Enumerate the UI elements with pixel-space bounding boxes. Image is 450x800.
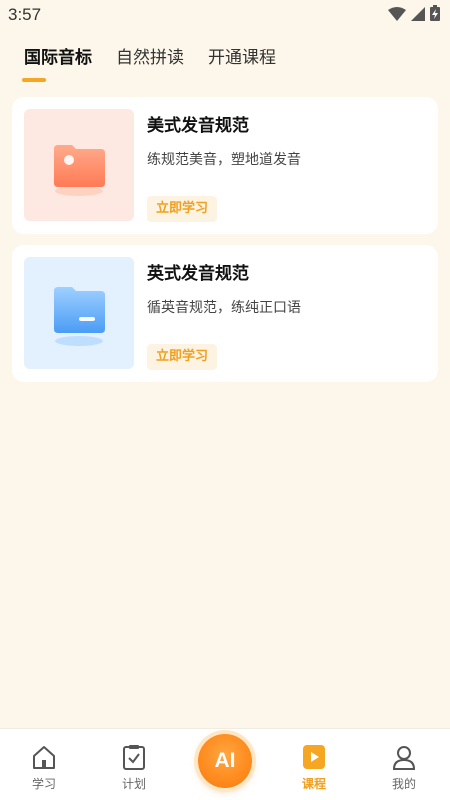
nav-label: 我的: [391, 777, 416, 791]
course-card[interactable]: 英式发音规范 循英音规范，练纯正口语 立即学习: [12, 245, 438, 382]
user-icon: [392, 746, 416, 770]
status-time: 3:57: [8, 5, 42, 24]
course-description: 循英音规范，练纯正口语: [147, 300, 301, 316]
nav-item-mine[interactable]: 我的: [374, 729, 434, 800]
tab-natural-phonics[interactable]: 自然拼读: [116, 40, 184, 84]
course-thumbnail: [24, 257, 134, 369]
play-icon: [303, 745, 325, 769]
top-tabs: 国际音标 自然拼读 开通课程: [0, 40, 450, 85]
course-description: 练规范美音，塑地道发音: [147, 152, 301, 168]
folder-icon: [54, 287, 105, 346]
checklist-icon: [123, 745, 145, 770]
tab-label: 自然拼读: [116, 48, 184, 68]
nav-item-plan[interactable]: 计划: [104, 729, 164, 800]
nav-item-study[interactable]: 学习: [14, 729, 74, 800]
wifi-icon: [388, 6, 406, 25]
battery-icon: [430, 5, 440, 25]
course-title: 英式发音规范: [147, 264, 249, 284]
status-icons: [388, 5, 440, 25]
folder-icon: [54, 145, 105, 196]
tab-open-course[interactable]: 开通课程: [208, 40, 276, 84]
course-title: 美式发音规范: [147, 116, 249, 136]
signal-icon: [411, 6, 425, 25]
nav-label: 课程: [301, 777, 326, 791]
home-icon: [33, 746, 55, 769]
status-bar: 3:57: [0, 0, 450, 30]
course-thumbnail: [24, 109, 134, 221]
tab-label: 开通课程: [208, 48, 276, 68]
nav-label: 学习: [31, 777, 56, 791]
ai-button[interactable]: AI: [198, 734, 252, 788]
nav-label: 计划: [121, 777, 146, 791]
course-card[interactable]: 美式发音规范 练规范美音，塑地道发音 立即学习: [12, 97, 438, 234]
nav-item-course[interactable]: 课程: [284, 729, 344, 800]
start-learning-button[interactable]: 立即学习: [147, 344, 218, 370]
tab-label: 国际音标: [24, 48, 92, 68]
start-learning-button[interactable]: 立即学习: [147, 196, 218, 222]
active-tab-indicator: [22, 78, 46, 82]
